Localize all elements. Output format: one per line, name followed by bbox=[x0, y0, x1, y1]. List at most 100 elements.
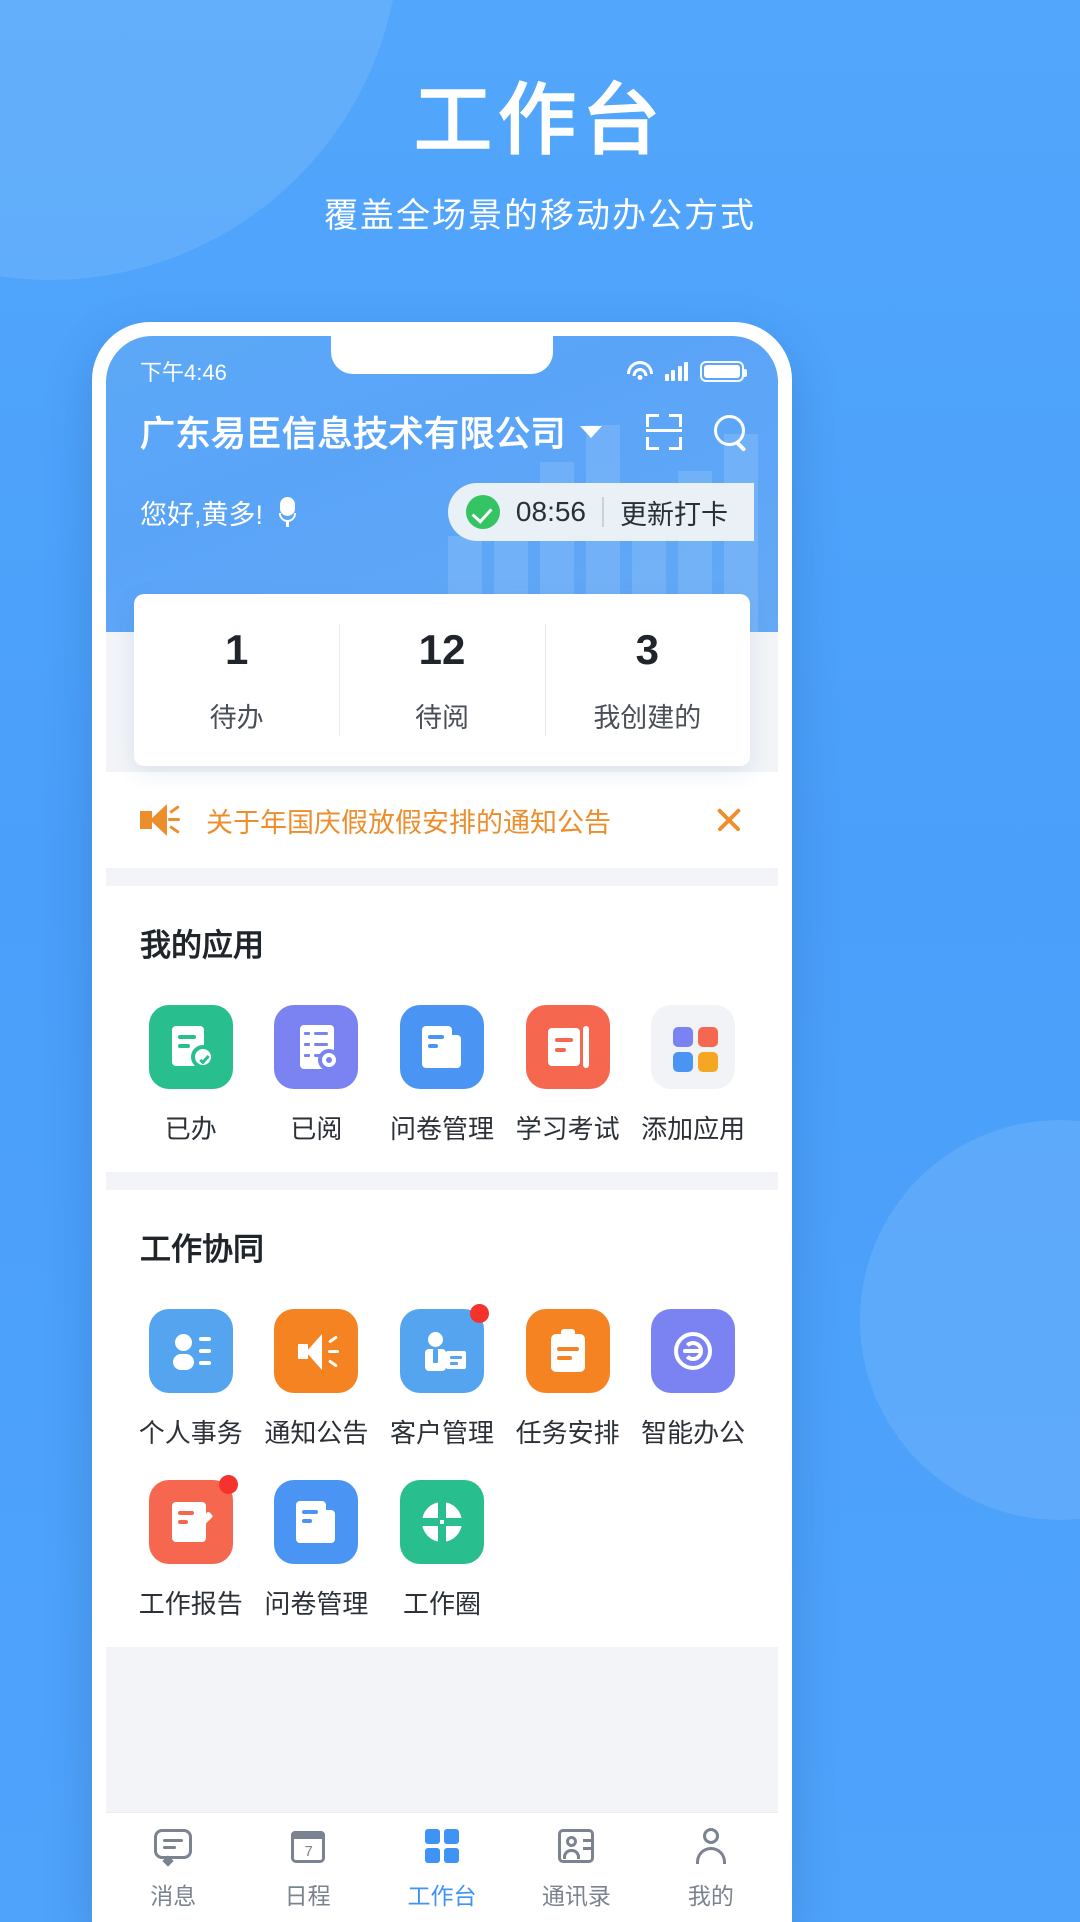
stat-value: 12 bbox=[418, 625, 466, 673]
book-exam-icon[interactable] bbox=[525, 1005, 610, 1089]
company-name: 广东易臣信息技术有限公司 bbox=[140, 415, 567, 454]
check-circle-icon bbox=[465, 495, 500, 529]
app-item-添加应用[interactable]: 添加应用 bbox=[630, 1005, 756, 1146]
app-item-任务安排[interactable]: 任务安排 bbox=[505, 1309, 631, 1450]
company-selector[interactable]: 广东易臣信息技术有限公司 bbox=[106, 392, 778, 457]
battery-icon bbox=[700, 360, 747, 382]
add-apps-icon[interactable] bbox=[651, 1005, 736, 1089]
app-item-label: 客户管理 bbox=[389, 1418, 494, 1448]
clock-in-pill[interactable]: 08:56 更新打卡 bbox=[447, 483, 754, 541]
clipboard-icon[interactable] bbox=[525, 1309, 610, 1393]
nav-tab-工作台[interactable]: 工作台 bbox=[375, 1825, 509, 1911]
app-item-label: 添加应用 bbox=[641, 1114, 746, 1144]
notification-badge bbox=[218, 1475, 238, 1494]
greeting-text: 您好,黄多! bbox=[140, 499, 264, 530]
app-item-label: 问卷管理 bbox=[389, 1114, 494, 1144]
app-item-客户管理[interactable]: 客户管理 bbox=[379, 1304, 505, 1450]
calendar-icon: 7 bbox=[287, 1825, 329, 1867]
bottom-navigation: 消息 7 日程 工作台 通讯录 我的 bbox=[106, 1812, 778, 1922]
nav-tab-日程[interactable]: 7 日程 bbox=[240, 1825, 374, 1911]
app-item-问卷管理[interactable]: 问卷管理 bbox=[379, 1005, 505, 1146]
phone-notch bbox=[331, 336, 553, 374]
megaphone-icon[interactable] bbox=[274, 1309, 359, 1393]
message-icon bbox=[152, 1825, 194, 1867]
app-item-工作报告[interactable]: 工作报告 bbox=[128, 1475, 254, 1621]
grid-apps-icon bbox=[421, 1825, 463, 1867]
promo-title: 工作台 bbox=[413, 76, 666, 164]
stat-label: 我创建的 bbox=[593, 702, 702, 733]
search-icon[interactable] bbox=[714, 414, 748, 449]
stat-label: 待阅 bbox=[414, 702, 469, 733]
stats-card: 1 待办 12 待阅 3 我创建的 bbox=[134, 594, 750, 766]
signal-bars-icon bbox=[664, 361, 688, 381]
stat-item-待阅[interactable]: 12 待阅 bbox=[339, 594, 544, 766]
divider bbox=[602, 497, 604, 527]
app-body: 关于年国庆假放假安排的通知公告 我的应用 已办 已阅 问卷管理 学习考试 添加应用 工作… bbox=[106, 632, 778, 1922]
scan-qr-icon[interactable] bbox=[646, 413, 682, 450]
person-icon bbox=[690, 1825, 732, 1867]
survey-doc-icon[interactable] bbox=[274, 1480, 359, 1564]
stat-label: 待办 bbox=[209, 702, 264, 733]
nav-tab-我的[interactable]: 我的 bbox=[644, 1825, 778, 1911]
app-item-label: 工作报告 bbox=[138, 1589, 243, 1619]
app-item-label: 个人事务 bbox=[138, 1418, 243, 1448]
app-item-工作圈[interactable]: 工作圈 bbox=[379, 1480, 505, 1621]
clock-in-time: 08:56 bbox=[515, 496, 586, 527]
wifi-icon bbox=[626, 361, 653, 381]
app-item-个人事务[interactable]: 个人事务 bbox=[128, 1309, 254, 1450]
doc-check-icon[interactable] bbox=[148, 1005, 233, 1089]
my-apps-title: 我的应用 bbox=[140, 928, 264, 963]
app-item-label: 智能办公 bbox=[641, 1418, 746, 1448]
nav-tab-消息[interactable]: 消息 bbox=[106, 1825, 240, 1911]
app-item-label: 已阅 bbox=[290, 1114, 343, 1144]
nav-tab-label: 消息 bbox=[150, 1882, 197, 1909]
app-item-label: 工作圈 bbox=[402, 1589, 481, 1619]
app-item-label: 问卷管理 bbox=[264, 1589, 369, 1619]
app-item-已阅[interactable]: 已阅 bbox=[254, 1005, 380, 1146]
collaboration-title: 工作协同 bbox=[140, 1232, 264, 1267]
stat-value: 3 bbox=[635, 625, 659, 673]
nav-tab-label: 日程 bbox=[284, 1882, 331, 1909]
customer-icon[interactable] bbox=[399, 1304, 489, 1393]
collaboration-grid: 个人事务 通知公告 客户管理 任务安排 智能办公工作报告 问卷管理 工作圈 bbox=[106, 1279, 778, 1621]
survey-doc-icon[interactable] bbox=[399, 1005, 484, 1089]
chevron-down-icon bbox=[580, 425, 603, 438]
app-item-智能办公[interactable]: 智能办公 bbox=[630, 1309, 756, 1450]
notification-badge bbox=[469, 1304, 489, 1323]
report-edit-icon[interactable] bbox=[148, 1475, 238, 1564]
phone-screen: 下午4:46 广东易臣信息技术有限公司 您好,黄多! 08:56 更新打卡 关于… bbox=[106, 336, 778, 1922]
decorative-circle-right bbox=[860, 1120, 1080, 1520]
app-item-label: 任务安排 bbox=[515, 1418, 620, 1448]
person-card-icon[interactable] bbox=[148, 1309, 233, 1393]
app-item-label: 学习考试 bbox=[515, 1114, 620, 1144]
greeting-row: 您好,黄多! 08:56 更新打卡 bbox=[106, 457, 778, 541]
stat-item-待办[interactable]: 1 待办 bbox=[134, 594, 339, 766]
app-header: 下午4:46 广东易臣信息技术有限公司 您好,黄多! 08:56 更新打卡 bbox=[106, 336, 778, 632]
app-item-已办[interactable]: 已办 bbox=[128, 1005, 254, 1146]
checklist-icon[interactable] bbox=[274, 1005, 359, 1089]
microphone-icon[interactable] bbox=[279, 497, 297, 527]
nav-tab-label: 我的 bbox=[687, 1882, 734, 1909]
nav-tab-label: 通讯录 bbox=[541, 1882, 611, 1909]
layers-icon[interactable] bbox=[651, 1309, 736, 1393]
my-apps-grid: 已办 已阅 问卷管理 学习考试 添加应用 bbox=[106, 975, 778, 1146]
status-time: 下午4:46 bbox=[140, 360, 227, 385]
app-item-label: 已办 bbox=[164, 1114, 217, 1144]
close-icon[interactable] bbox=[714, 805, 744, 835]
stat-item-我创建的[interactable]: 3 我创建的 bbox=[544, 594, 750, 766]
contacts-icon bbox=[555, 1825, 597, 1867]
announcement-banner[interactable]: 关于年国庆假放假安排的通知公告 bbox=[106, 772, 778, 868]
clock-in-action[interactable]: 更新打卡 bbox=[620, 493, 728, 532]
nav-tab-通讯录[interactable]: 通讯录 bbox=[509, 1825, 643, 1911]
announcement-text[interactable]: 关于年国庆假放假安排的通知公告 bbox=[206, 801, 611, 840]
stat-value: 1 bbox=[224, 625, 249, 673]
app-item-label: 通知公告 bbox=[264, 1418, 369, 1448]
phone-mockup: 下午4:46 广东易臣信息技术有限公司 您好,黄多! 08:56 更新打卡 关于… bbox=[92, 322, 792, 1922]
megaphone-icon bbox=[140, 803, 180, 837]
app-item-通知公告[interactable]: 通知公告 bbox=[254, 1309, 380, 1450]
circle-share-icon[interactable] bbox=[399, 1480, 484, 1564]
collaboration-section: 工作协同 个人事务 通知公告 客户管理 任务安排 智能办公工作报告 问卷管理 工作圈 bbox=[106, 1190, 778, 1647]
app-item-问卷管理[interactable]: 问卷管理 bbox=[254, 1480, 380, 1621]
app-item-学习考试[interactable]: 学习考试 bbox=[505, 1005, 631, 1146]
promo-subtitle: 覆盖全场景的移动办公方式 bbox=[324, 197, 756, 235]
